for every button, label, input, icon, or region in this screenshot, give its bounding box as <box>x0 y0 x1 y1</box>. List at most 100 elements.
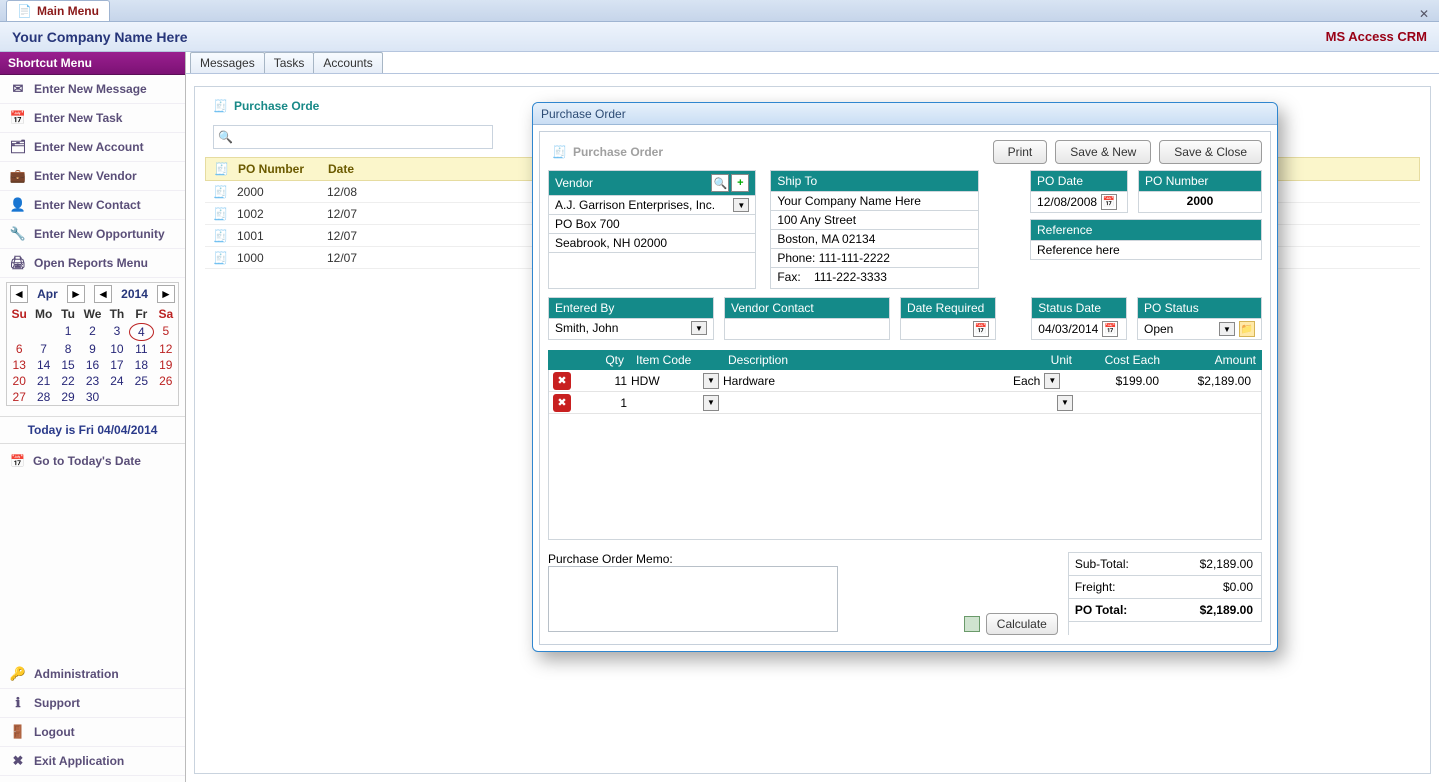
sidebar-item-6[interactable]: 🖨Open Reports Menu <box>0 249 185 278</box>
calendar-day[interactable]: 22 <box>56 373 80 389</box>
calendar-day[interactable]: 24 <box>105 373 129 389</box>
calendar-day[interactable]: 30 <box>80 389 104 405</box>
calendar-day[interactable]: 23 <box>80 373 104 389</box>
memo-textarea[interactable] <box>548 566 838 632</box>
window-tab-main-menu[interactable]: 📄 Main Menu <box>6 0 110 21</box>
calendar-day[interactable]: 13 <box>7 357 31 373</box>
vendor-add-icon[interactable]: + <box>731 174 749 192</box>
print-button[interactable]: Print <box>993 140 1048 164</box>
delete-row-icon[interactable]: ✖ <box>553 372 571 390</box>
po-number-field[interactable]: 2000 <box>1139 191 1261 210</box>
calendar-day[interactable]: 5 <box>154 323 178 341</box>
sidebar-bottom-item-2[interactable]: 🚪Logout <box>0 718 185 747</box>
line-item-row[interactable]: ✖ 11HDW▼HardwareEach▼$199.00$2,189.00 <box>549 370 1261 392</box>
line-item-row[interactable]: ✖ 1 ▼ ▼ <box>549 392 1261 414</box>
line-items-header: Qty Item Code Description Unit Cost Each… <box>548 350 1262 370</box>
dialog-titlebar[interactable]: Purchase Order <box>533 103 1277 125</box>
list-search-input[interactable]: 🔍 <box>213 125 493 149</box>
calendar-day[interactable]: 4 <box>129 323 153 341</box>
calendar-day[interactable]: 20 <box>7 373 31 389</box>
calendar-day[interactable]: 27 <box>7 389 31 405</box>
chevron-down-icon[interactable]: ▼ <box>691 321 707 335</box>
chevron-down-icon[interactable]: ▼ <box>733 198 749 212</box>
cell-qty[interactable]: 11 <box>575 374 631 388</box>
calendar-day[interactable]: 21 <box>31 373 55 389</box>
col-po-number[interactable]: PO Number <box>230 162 320 176</box>
calendar-day[interactable]: 1 <box>56 323 80 341</box>
col-qty: Qty <box>574 350 630 370</box>
calendar-day[interactable]: 28 <box>31 389 55 405</box>
date-required-field[interactable]: 📅 <box>901 318 995 339</box>
calendar-prev-year[interactable]: ◄ <box>94 285 112 303</box>
calendar-day[interactable]: 26 <box>154 373 178 389</box>
calendar-day[interactable]: 11 <box>129 341 153 357</box>
sidebar-bottom-item-1[interactable]: ℹSupport <box>0 689 185 718</box>
tab-messages[interactable]: Messages <box>190 52 265 73</box>
calendar-day[interactable]: 2 <box>80 323 104 341</box>
calendar-icon[interactable]: 📅 <box>1101 194 1117 210</box>
company-name: Your Company Name Here <box>12 29 188 45</box>
sidebar-bottom-item-3[interactable]: ✖Exit Application <box>0 747 185 776</box>
chevron-down-icon[interactable]: ▼ <box>703 373 719 389</box>
calendar-day[interactable]: 17 <box>105 357 129 373</box>
calendar-day[interactable]: 25 <box>129 373 153 389</box>
calendar-icon[interactable]: 📅 <box>1102 321 1118 337</box>
calendar-icon[interactable]: 📅 <box>973 321 989 337</box>
sidebar-item-5[interactable]: 🔧Enter New Opportunity <box>0 220 185 249</box>
chevron-down-icon[interactable]: ▼ <box>1057 395 1073 411</box>
form-icon: 📄 <box>17 4 32 18</box>
status-date-field[interactable]: 04/03/2014 📅 <box>1032 318 1126 339</box>
goto-today-button[interactable]: 📅 Go to Today's Date <box>0 450 185 472</box>
calendar-day[interactable]: 7 <box>31 341 55 357</box>
calendar-next-year[interactable]: ► <box>157 285 175 303</box>
po-total-value: $2,189.00 <box>1171 599 1261 621</box>
calendar-day[interactable]: 29 <box>56 389 80 405</box>
cell-amount: $2,189.00 <box>1165 374 1261 388</box>
save-and-new-button[interactable]: Save & New <box>1055 140 1151 164</box>
calendar-day[interactable]: 18 <box>129 357 153 373</box>
calendar-day[interactable]: 6 <box>7 341 31 357</box>
folder-icon[interactable]: 📁 <box>1239 321 1255 337</box>
save-and-close-button[interactable]: Save & Close <box>1159 140 1262 164</box>
calendar-day[interactable]: 3 <box>105 323 129 341</box>
vendor-contact-field[interactable] <box>725 318 889 336</box>
chevron-down-icon[interactable]: ▼ <box>703 395 719 411</box>
po-date-field[interactable]: 12/08/2008 📅 <box>1031 191 1127 212</box>
po-status-field[interactable]: Open ▼ 📁 <box>1138 318 1261 339</box>
entered-by-field[interactable]: Smith, John ▼ <box>549 318 713 337</box>
sidebar-item-2[interactable]: 🗂Enter New Account <box>0 133 185 162</box>
delete-row-icon[interactable]: ✖ <box>553 394 571 412</box>
calendar-prev-month[interactable]: ◄ <box>10 285 28 303</box>
tab-tasks[interactable]: Tasks <box>264 52 315 73</box>
col-date[interactable]: Date <box>320 162 440 176</box>
cell-item-code[interactable]: ▼ <box>631 395 723 411</box>
close-icon[interactable]: ✕ <box>1409 7 1439 21</box>
cell-unit[interactable]: Each▼ <box>1013 373 1077 389</box>
calendar-day[interactable]: 19 <box>154 357 178 373</box>
calendar-day[interactable]: 14 <box>31 357 55 373</box>
calendar-day[interactable]: 9 <box>80 341 104 357</box>
calculate-button[interactable]: Calculate <box>986 613 1058 635</box>
calendar-next-month[interactable]: ► <box>67 285 85 303</box>
sidebar-item-3[interactable]: 💼Enter New Vendor <box>0 162 185 191</box>
sidebar-item-1[interactable]: 📅Enter New Task <box>0 104 185 133</box>
tab-accounts[interactable]: Accounts <box>313 52 382 73</box>
calendar-day[interactable]: 12 <box>154 341 178 357</box>
chevron-down-icon[interactable]: ▼ <box>1219 322 1235 336</box>
cell-cost[interactable]: $199.00 <box>1077 374 1165 388</box>
sidebar-item-0[interactable]: ✉Enter New Message <box>0 75 185 104</box>
calendar-day[interactable]: 8 <box>56 341 80 357</box>
calendar-day[interactable]: 10 <box>105 341 129 357</box>
vendor-search-icon[interactable]: 🔍 <box>711 174 729 192</box>
calendar-day[interactable]: 16 <box>80 357 104 373</box>
chevron-down-icon[interactable]: ▼ <box>1044 373 1060 389</box>
vendor-name-field[interactable]: A.J. Garrison Enterprises, Inc. ▼ <box>549 195 755 214</box>
cell-unit[interactable]: ▼ <box>1013 395 1077 411</box>
calendar-day[interactable]: 15 <box>56 357 80 373</box>
cell-qty[interactable]: 1 <box>575 396 631 410</box>
sidebar-item-4[interactable]: 👤Enter New Contact <box>0 191 185 220</box>
reference-field[interactable]: Reference here <box>1031 240 1261 259</box>
sidebar-bottom-item-0[interactable]: 🔑Administration <box>0 660 185 689</box>
cell-description[interactable]: Hardware <box>723 374 1013 388</box>
cell-item-code[interactable]: HDW▼ <box>631 373 723 389</box>
